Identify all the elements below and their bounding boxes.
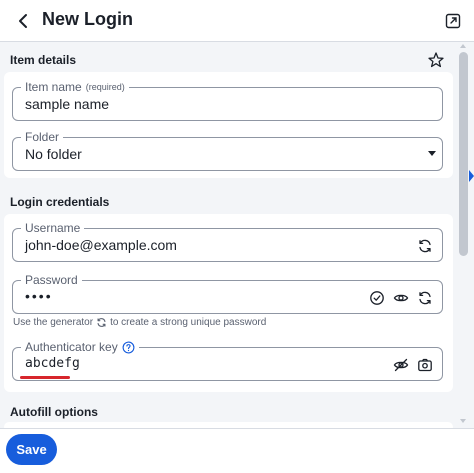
- generator-hint: Use the generator to create a strong uni…: [13, 317, 266, 328]
- generate-username-button[interactable]: [416, 237, 434, 255]
- toggle-password-visibility-button[interactable]: [392, 289, 410, 307]
- scrollbar-thumb[interactable]: [459, 52, 468, 256]
- footer-bar: Save: [0, 428, 474, 473]
- check-password-button[interactable]: [368, 289, 386, 307]
- save-button[interactable]: Save: [6, 434, 57, 465]
- toggle-authenticator-visibility-button[interactable]: [392, 356, 410, 374]
- username-field[interactable]: Username john-doe@example.com: [12, 220, 443, 262]
- header-bar: New Login: [0, 0, 474, 42]
- item-name-field[interactable]: Item name (required) sample name: [12, 79, 443, 121]
- star-icon: [428, 52, 444, 68]
- generate-icon: [97, 318, 106, 327]
- generator-hint-suffix: to create a strong unique password: [110, 317, 267, 328]
- back-button[interactable]: [10, 8, 36, 34]
- section-title-item-details: Item details: [10, 53, 77, 67]
- authenticator-key-label: Authenticator key: [25, 340, 118, 354]
- folder-selected-value: No folder: [25, 146, 82, 162]
- authenticator-key-field[interactable]: Authenticator key abcdefg: [12, 339, 443, 381]
- item-name-value: sample name: [25, 96, 110, 112]
- folder-label-wrap: Folder: [21, 129, 64, 145]
- authenticator-key-value: abcdefg: [25, 356, 80, 371]
- side-panel-marker-icon: [469, 170, 474, 182]
- scan-qr-button[interactable]: [416, 356, 434, 374]
- authenticator-help-button[interactable]: [122, 341, 135, 354]
- password-label: Password: [25, 273, 78, 287]
- caret-down-icon: [428, 151, 436, 156]
- username-label: Username: [25, 221, 81, 235]
- generator-hint-prefix: Use the generator: [13, 317, 94, 328]
- password-label-wrap: Password: [21, 272, 82, 288]
- password-field[interactable]: Password ••••: [12, 272, 443, 314]
- eye-icon: [393, 294, 409, 302]
- username-label-wrap: Username: [21, 220, 85, 236]
- folder-select[interactable]: Folder No folder: [12, 129, 443, 171]
- spellcheck-underline: [20, 376, 70, 379]
- page-title: New Login: [42, 9, 133, 29]
- scroll-up-arrow-icon[interactable]: [460, 44, 466, 48]
- chevron-left-icon: [19, 14, 27, 28]
- help-circle-icon: [122, 341, 135, 353]
- item-name-label: Item name: [25, 80, 82, 94]
- eye-off-icon: [393, 358, 409, 372]
- section-title-login-credentials: Login credentials: [10, 195, 110, 209]
- scroll-down-arrow-icon[interactable]: [460, 419, 466, 423]
- check-circle-icon: [370, 291, 384, 305]
- item-name-label-wrap: Item name (required): [21, 79, 129, 95]
- required-label: (required): [85, 82, 125, 92]
- popout-button[interactable]: [443, 11, 463, 31]
- generate-password-button[interactable]: [416, 289, 434, 307]
- favorite-button[interactable]: [427, 51, 445, 69]
- folder-label: Folder: [25, 130, 60, 144]
- generate-icon: [419, 291, 431, 305]
- popout-icon: [445, 13, 461, 29]
- username-value: john-doe@example.com: [25, 237, 177, 253]
- authenticator-label-wrap: Authenticator key: [21, 339, 139, 355]
- generate-icon: [419, 239, 431, 253]
- password-value: ••••: [25, 288, 53, 304]
- camera-icon: [418, 358, 432, 372]
- section-title-autofill-options: Autofill options: [10, 405, 98, 419]
